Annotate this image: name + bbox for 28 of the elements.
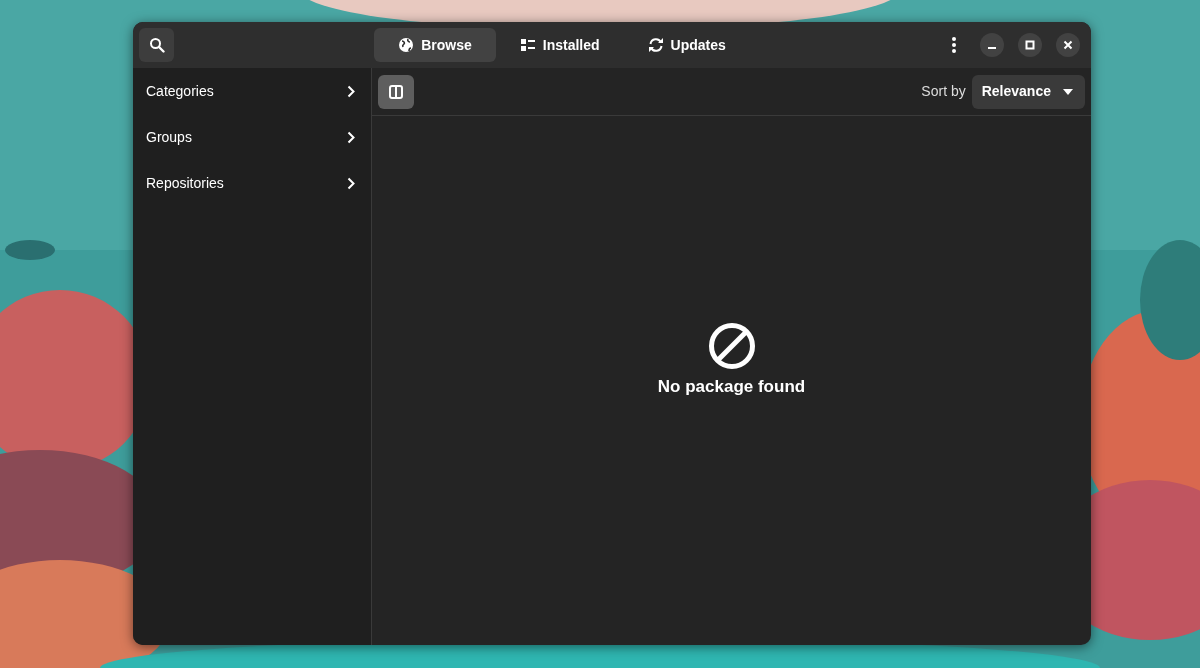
sort-label: Sort by: [921, 82, 966, 101]
minimize-button[interactable]: [980, 33, 1004, 57]
chevron-right-icon: [347, 176, 355, 190]
caret-icon: [1063, 88, 1073, 95]
maximize-button[interactable]: [1018, 33, 1042, 57]
chevron-right-icon: [347, 130, 355, 144]
sort-dropdown[interactable]: Relevance: [971, 74, 1085, 109]
chevron-right-icon: [347, 84, 355, 98]
sidebar-item[interactable]: Groups: [133, 114, 371, 160]
tab[interactable]: Browse: [374, 28, 496, 62]
maximize-icon: [1025, 40, 1035, 50]
sidebar-item[interactable]: Repositories: [133, 160, 371, 206]
search-button[interactable]: [139, 28, 174, 62]
list-icon: [519, 37, 536, 53]
minimize-icon: [988, 47, 996, 49]
close-icon: [1063, 40, 1073, 50]
more-icon: [952, 37, 956, 53]
close-button[interactable]: [1056, 33, 1080, 57]
globe-icon: [398, 37, 415, 53]
empty-message: No package found: [657, 375, 806, 398]
sidebar-icon: [389, 84, 403, 99]
sidebar-toggle-button[interactable]: [378, 74, 414, 109]
sidebar-item[interactable]: Categories: [133, 68, 371, 114]
tab[interactable]: Updates: [623, 28, 750, 62]
no-entry-icon: [707, 322, 756, 370]
tab[interactable]: Installed: [495, 28, 624, 62]
search-icon: [148, 37, 165, 53]
sync-icon: [647, 37, 664, 53]
